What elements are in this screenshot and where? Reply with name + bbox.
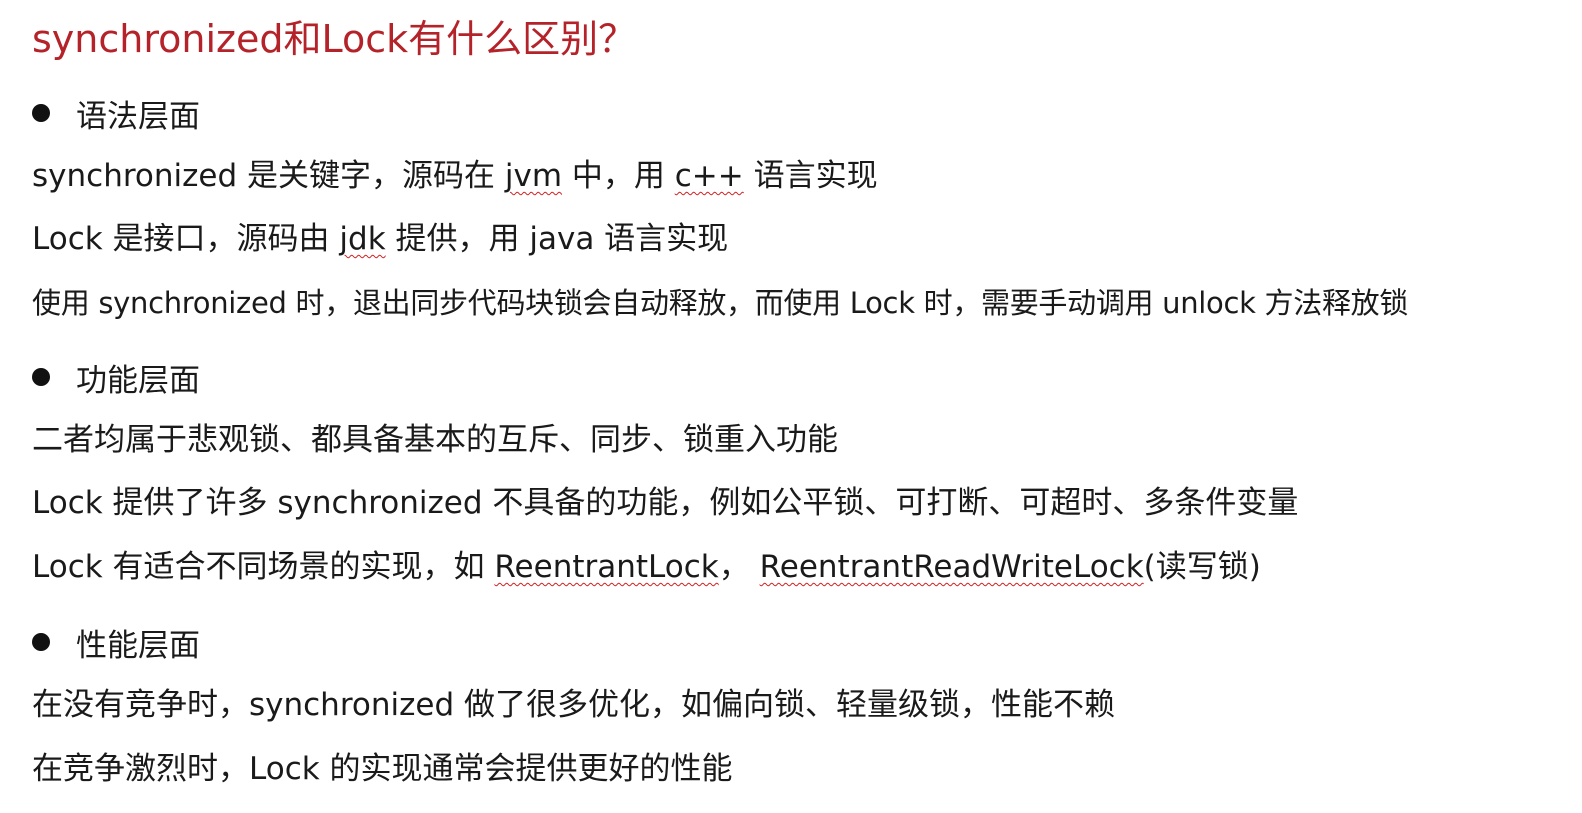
text-segment: 中，用 <box>562 158 675 194</box>
text-segment: 二者均属于悲观锁、都具备基本的互斥、同步、锁重入功能 <box>32 422 838 458</box>
section-heading-function: 功能层面 <box>32 356 200 399</box>
section-heading-label: 功能层面 <box>76 362 200 399</box>
text-segment: synchronized 是关键字，源码在 <box>32 158 505 194</box>
section-heading-label: 性能层面 <box>76 627 200 664</box>
text-segment: 在竞争激烈时，Lock 的实现通常会提供更好的性能 <box>32 751 733 787</box>
spellcheck-word: jdk <box>339 221 386 257</box>
syntax-line-3: 使用 synchronized 时，退出同步代码块锁会自动释放，而使用 Lock… <box>32 282 1408 324</box>
section-heading-performance: 性能层面 <box>32 621 200 664</box>
text-segment: 语言实现 <box>743 158 878 194</box>
syntax-line-2: Lock 是接口，源码由 jdk 提供，用 java 语言实现 <box>32 218 728 260</box>
function-line-2: Lock 提供了许多 synchronized 不具备的功能，例如公平锁、可打断… <box>32 482 1298 524</box>
text-segment: Lock 提供了许多 synchronized 不具备的功能，例如公平锁、可打断… <box>32 485 1299 521</box>
bullet-dot-icon <box>32 633 50 651</box>
text-segment: 在没有竞争时，synchronized 做了很多优化，如偏向锁、轻量级锁，性能不… <box>32 687 1115 723</box>
syntax-line-1: synchronized 是关键字，源码在 jvm 中，用 c++ 语言实现 <box>32 155 878 197</box>
text-segment: Lock 是接口，源码由 <box>32 221 340 257</box>
text-segment: 使用 synchronized 时，退出同步代码块锁会自动释放，而使用 Lock… <box>32 286 1409 320</box>
bullet-dot-icon <box>32 104 50 122</box>
function-line-1: 二者均属于悲观锁、都具备基本的互斥、同步、锁重入功能 <box>32 419 838 461</box>
spellcheck-word: ReentrantLock <box>494 549 719 585</box>
text-segment: ， <box>718 549 760 585</box>
page-title: synchronized和Lock有什么区别？ <box>32 17 637 61</box>
performance-line-2: 在竞争激烈时，Lock 的实现通常会提供更好的性能 <box>32 748 733 790</box>
section-heading-syntax: 语法层面 <box>32 92 200 135</box>
text-segment: 提供，用 java 语言实现 <box>385 221 729 257</box>
performance-line-1: 在没有竞争时，synchronized 做了很多优化，如偏向锁、轻量级锁，性能不… <box>32 684 1115 726</box>
section-heading-label: 语法层面 <box>76 98 200 135</box>
bullet-dot-icon <box>32 368 50 386</box>
spellcheck-word: ReentrantReadWriteLock <box>759 549 1144 585</box>
spellcheck-word: jvm <box>504 158 563 194</box>
text-segment: Lock 有适合不同场景的实现，如 <box>32 549 495 585</box>
spellcheck-word: c++ <box>674 158 744 194</box>
function-line-3: Lock 有适合不同场景的实现，如 ReentrantLock， Reentra… <box>32 546 1261 588</box>
text-segment: (读写锁) <box>1143 549 1261 585</box>
document-page: synchronized和Lock有什么区别？ 语法层面 synchronize… <box>0 0 1582 813</box>
